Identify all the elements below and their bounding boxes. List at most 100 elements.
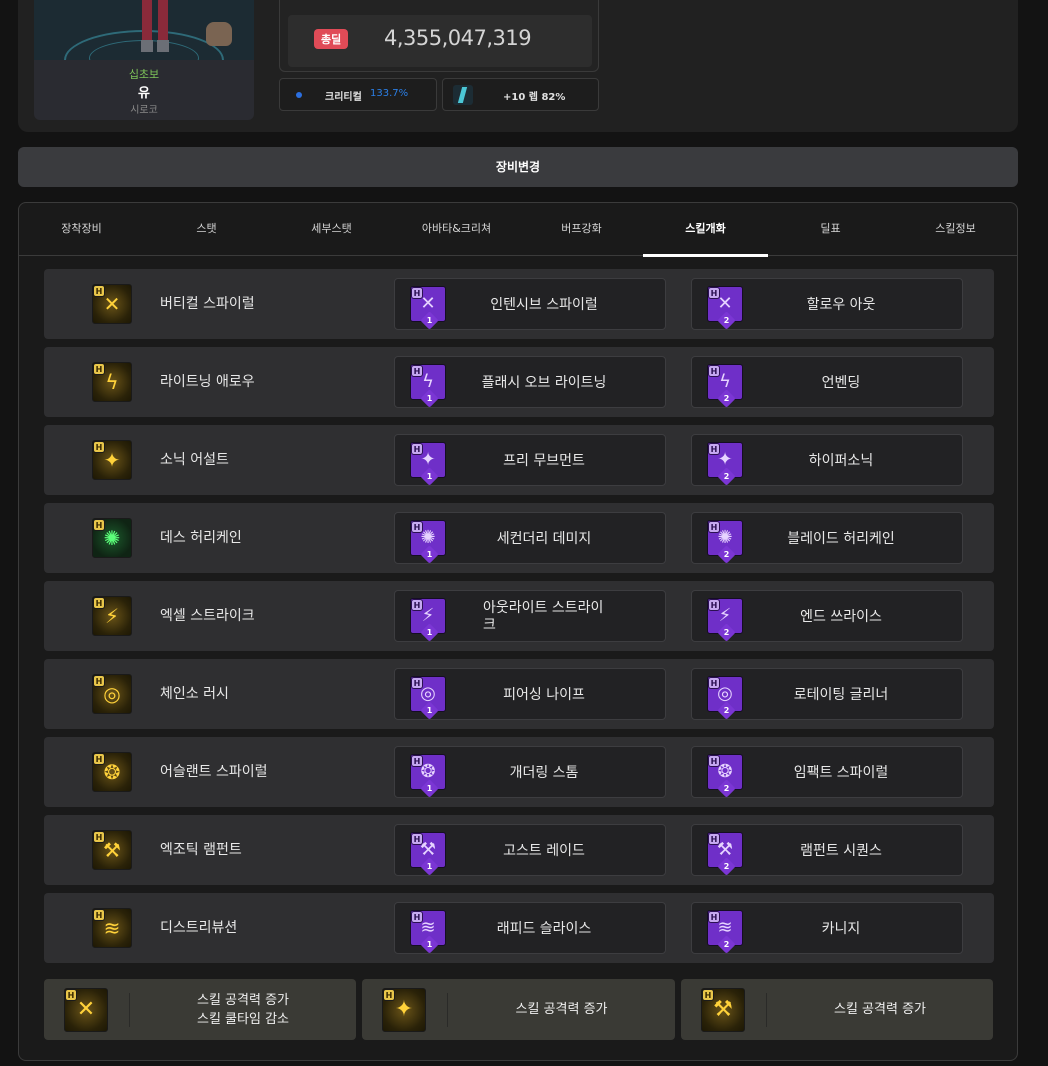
enhancement-slot-1[interactable]: ≋ H 1 래피드 슬라이스: [394, 902, 666, 954]
enhancement-level-badge: 1: [420, 467, 439, 486]
enhancement-name-1: 인텐시브 스파이럴: [490, 297, 598, 313]
tab-4[interactable]: 버프강화: [519, 203, 644, 256]
enhanced-strike-icon: ⚡ H 1: [410, 598, 446, 642]
hyper-badge-icon: H: [93, 441, 105, 453]
hyper-badge-icon: H: [708, 443, 720, 455]
enhancement-level-number: 1: [426, 784, 433, 793]
tab-2[interactable]: 세부스탯: [269, 203, 394, 256]
hyper-badge-icon: H: [411, 365, 423, 377]
enhanced-hurricane-icon: ✺ H 1: [410, 520, 446, 564]
hyper-badge-icon: H: [708, 287, 720, 299]
enhancement-slot-1[interactable]: ⚡ H 1 아웃라이트 스트라이크: [394, 590, 666, 642]
enhancement-level-number: 1: [426, 550, 433, 559]
enhancement-level-number: 2: [723, 628, 730, 637]
enhancement-level-number: 1: [426, 472, 433, 481]
enhanced-scythe-icon: ⚒ H 2: [707, 832, 743, 876]
enhancement-slot-2[interactable]: ✦ H 2 하이퍼소닉: [691, 434, 963, 486]
enhanced-sparkle-icon: ✦ H 1: [410, 442, 446, 486]
enhancement-slot-2[interactable]: ≋ H 2 카니지: [691, 902, 963, 954]
hyper-badge-icon: H: [702, 989, 714, 1001]
enhancement-name-1: 프리 무브먼트: [503, 453, 585, 469]
enhancement-slot-1[interactable]: ✺ H 1 세컨더리 데미지: [394, 512, 666, 564]
enhancement-level-badge: 2: [717, 701, 736, 720]
enhancement-level-number: 1: [426, 706, 433, 715]
critical-label: 크리티컬: [325, 92, 362, 103]
strike-icon[interactable]: ⚡ H: [92, 596, 132, 636]
enhanced-crossbow-icon: ✕ H 2: [707, 286, 743, 330]
hyper-badge-icon: H: [708, 521, 720, 533]
enhancement-name-2: 램펀트 시퀀스: [800, 843, 882, 859]
enhancement-name-1: 개더링 스톰: [509, 765, 579, 781]
enhancement-slot-1[interactable]: ✦ H 1 프리 무브먼트: [394, 434, 666, 486]
crossbow-icon: ✕ H: [64, 988, 108, 1032]
skill-row: ⚡ H 엑셀 스트라이크 ⚡ H 1 아웃라이트 스트라이크 ⚡ H 2 엔드 쓰라이스: [44, 581, 994, 651]
enhancement-slot-1[interactable]: ❂ H 1 개더링 스톰: [394, 746, 666, 798]
chainsaw-icon[interactable]: ◎ H: [92, 674, 132, 714]
base-skill-name: 데스 허리케인: [160, 530, 242, 546]
character-level-label: 십초보: [128, 68, 160, 81]
tab-3[interactable]: 아바타&크리쳐: [394, 203, 519, 256]
enhancement-slot-2[interactable]: ✺ H 2 블레이드 허리케인: [691, 512, 963, 564]
change-equipment-button[interactable]: 장비변경: [18, 147, 1018, 187]
enhancement-level-badge: 1: [420, 623, 439, 642]
tab-7[interactable]: 스킬정보: [893, 203, 1018, 256]
lightning-icon[interactable]: ϟH: [92, 362, 132, 402]
enhancement-level-badge: 1: [420, 857, 439, 876]
summary-text: 스킬 공격력 증가 스킬 쿨타임 감소: [130, 979, 356, 1040]
enhancement-slot-2[interactable]: ❂ H 2 임팩트 스파이럴: [691, 746, 963, 798]
enhancement-slot-2[interactable]: ◎ H 2 로테이팅 글리너: [691, 668, 963, 720]
base-skill-name: 라이트닝 애로우: [160, 374, 255, 390]
tab-bar: 장착장비 스탯 세부스탯 아바타&크리쳐 버프강화 스킬개화 딜표 스킬정보: [19, 203, 1018, 257]
hyper-badge-icon: H: [411, 755, 423, 767]
enhancement-name-1: 아웃라이트 스트라이크: [483, 600, 604, 633]
enhancement-level-number: 1: [426, 628, 433, 637]
enhancement-slot-2[interactable]: ✕ H 2 할로우 아웃: [691, 278, 963, 330]
tab-1[interactable]: 스탯: [144, 203, 269, 256]
enhancement-level-badge: 2: [717, 467, 736, 486]
summary-line-1: 스킬 공격력 증가: [515, 1002, 608, 1017]
enhancement-slot-2[interactable]: ⚡ H 2 엔드 쓰라이스: [691, 590, 963, 642]
spiral-icon[interactable]: ❂ H: [92, 752, 132, 792]
tab-6[interactable]: 딜표: [768, 203, 893, 256]
enhancement-name-2: 로테이팅 글리너: [793, 687, 889, 703]
distribution-icon[interactable]: ≋ H: [92, 908, 132, 948]
scythe-icon[interactable]: ⚒ H: [92, 830, 132, 870]
enhanced-crossbow-icon: ✕ H 1: [410, 286, 446, 330]
summary-card: ⚒ H 스킬 공격력 증가: [681, 979, 993, 1040]
hurricane-icon[interactable]: ✺ H: [92, 518, 132, 558]
summary-line-1: 스킬 공격력 증가: [197, 992, 289, 1008]
character-leg-left: [142, 0, 152, 44]
sparkle-icon[interactable]: ✦ H: [92, 440, 132, 480]
base-skill-name: 엑조틱 램펀트: [160, 842, 242, 858]
hyper-badge-icon: H: [93, 753, 105, 765]
enhancement-level-number: 1: [426, 862, 433, 871]
enhancement-level-badge: 1: [420, 389, 439, 408]
hyper-badge-icon: H: [411, 521, 423, 533]
enhancement-level-badge: 2: [717, 389, 736, 408]
enhancement-level-badge: 2: [717, 779, 736, 798]
enhanced-spiral-icon: ❂ H 2: [707, 754, 743, 798]
tab-0[interactable]: 장착장비: [19, 203, 144, 256]
enhanced-hurricane-icon: ✺ H 2: [707, 520, 743, 564]
enhanced-strike-icon: ⚡ H 2: [707, 598, 743, 642]
base-skill-name: 버티컬 스파이럴: [160, 296, 255, 312]
enhancement-slot-2[interactable]: ⚒ H 2 램펀트 시퀀스: [691, 824, 963, 876]
enhancement-name-1: 고스트 레이드: [503, 843, 585, 859]
character-card[interactable]: 십초보 유 시로코: [34, 0, 254, 120]
enhancement-slot-2[interactable]: ϟ H 2 언벤딩: [691, 356, 963, 408]
crossbow-icon[interactable]: ✕ H: [92, 284, 132, 324]
enhancement-name-1: 래피드 슬라이스: [496, 921, 592, 937]
tab-5[interactable]: 스킬개화: [643, 203, 768, 257]
base-skill-name: 엑셀 스트라이크: [160, 608, 255, 624]
enhancement-level-badge: 2: [717, 311, 736, 330]
enhancement-slot-1[interactable]: ⚒ H 1 고스트 레이드: [394, 824, 666, 876]
character-figure: [138, 0, 172, 52]
enhancement-slot-1[interactable]: ◎ H 1 피어싱 나이프: [394, 668, 666, 720]
enhancement-slot-1[interactable]: ϟ H 1 플래시 오브 라이트닝: [394, 356, 666, 408]
enhancement-slot-1[interactable]: ✕ H 1 인텐시브 스파이럴: [394, 278, 666, 330]
character-class-icon: [453, 85, 473, 105]
hyper-badge-icon: H: [708, 833, 720, 845]
enhancement-name-2: 엔드 쓰라이스: [800, 609, 882, 625]
critical-value: 133.7%: [370, 88, 409, 99]
enhancement-level-badge: 1: [420, 311, 439, 330]
